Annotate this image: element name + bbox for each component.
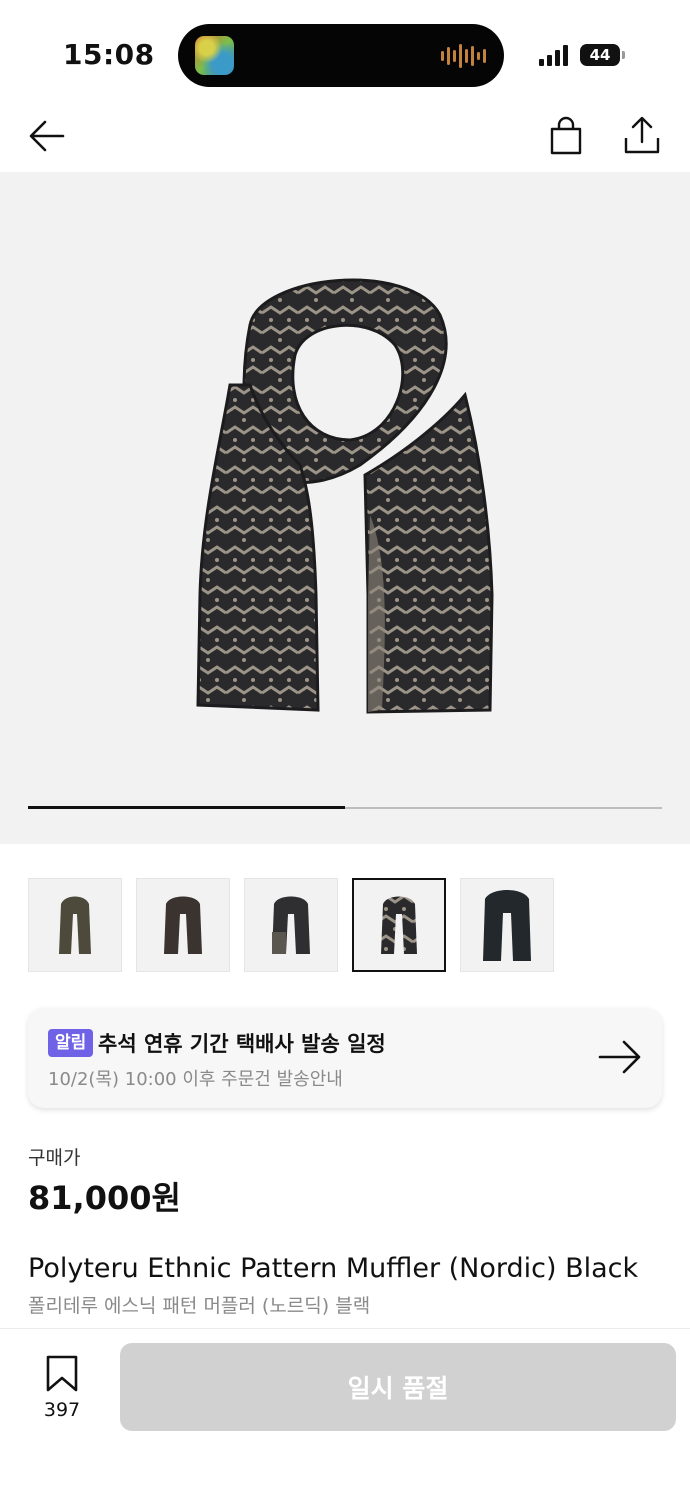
- thumbnail-strip: [28, 878, 554, 972]
- dynamic-island: [178, 24, 504, 87]
- battery-level: 44: [589, 46, 611, 64]
- top-nav: [0, 100, 690, 172]
- battery-tip: [622, 51, 625, 59]
- thumbnail-scarf-image: [164, 896, 202, 954]
- thumbnail-scarf-image: [272, 896, 310, 954]
- scarf-image[interactable]: [190, 265, 500, 730]
- now-playing-artwork: [195, 36, 234, 75]
- thumbnail-3[interactable]: [244, 878, 338, 972]
- thumbnail-scarf-image: [59, 896, 91, 954]
- gallery-progress-fill: [28, 806, 345, 809]
- notice-title: 추석 연휴 기간 택배사 발송 일정: [98, 1032, 386, 1056]
- shipping-notice-card[interactable]: 알림 추석 연휴 기간 택배사 발송 일정 10/2(목) 10:00 이후 주…: [28, 1008, 662, 1108]
- notice-subtitle: 10/2(목) 10:00 이후 주문건 발송안내: [48, 1069, 343, 1090]
- product-price: 81,000원: [28, 1179, 181, 1217]
- bookmark-button[interactable]: 397: [34, 1355, 90, 1421]
- thumbnail-scarf-image: [483, 890, 531, 961]
- product-name-korean: 폴리테루 에스닉 패턴 머플러 (노르딕) 블랙: [28, 1295, 371, 1317]
- arrow-left-icon[interactable]: [27, 116, 67, 156]
- bottom-action-bar: 397 일시 품절: [0, 1328, 690, 1501]
- status-bar: 15:08 44: [0, 0, 690, 100]
- product-name-english: Polyteru Ethnic Pattern Muffler (Nordic)…: [28, 1253, 639, 1284]
- arrow-right-icon[interactable]: [598, 1039, 642, 1075]
- thumbnail-scarf-image: [381, 896, 417, 954]
- battery-icon: 44: [580, 44, 620, 66]
- thumbnail-4-selected[interactable]: [352, 878, 446, 972]
- cellular-signal-icon: [539, 44, 568, 66]
- bookmark-icon: [46, 1355, 78, 1392]
- share-icon[interactable]: [622, 116, 662, 156]
- gallery-progress-track: [28, 806, 662, 809]
- notice-badge: 알림: [48, 1029, 94, 1057]
- status-time: 15:08: [63, 38, 155, 71]
- shopping-bag-icon[interactable]: [546, 116, 586, 156]
- thumbnail-5[interactable]: [460, 878, 554, 972]
- thumbnail-1[interactable]: [28, 878, 122, 972]
- audio-waveform-icon: [441, 43, 486, 69]
- bookmark-count: 397: [43, 1399, 81, 1421]
- thumbnail-2[interactable]: [136, 878, 230, 972]
- price-label: 구매가: [28, 1147, 81, 1169]
- sold-out-button[interactable]: 일시 품절: [120, 1343, 676, 1431]
